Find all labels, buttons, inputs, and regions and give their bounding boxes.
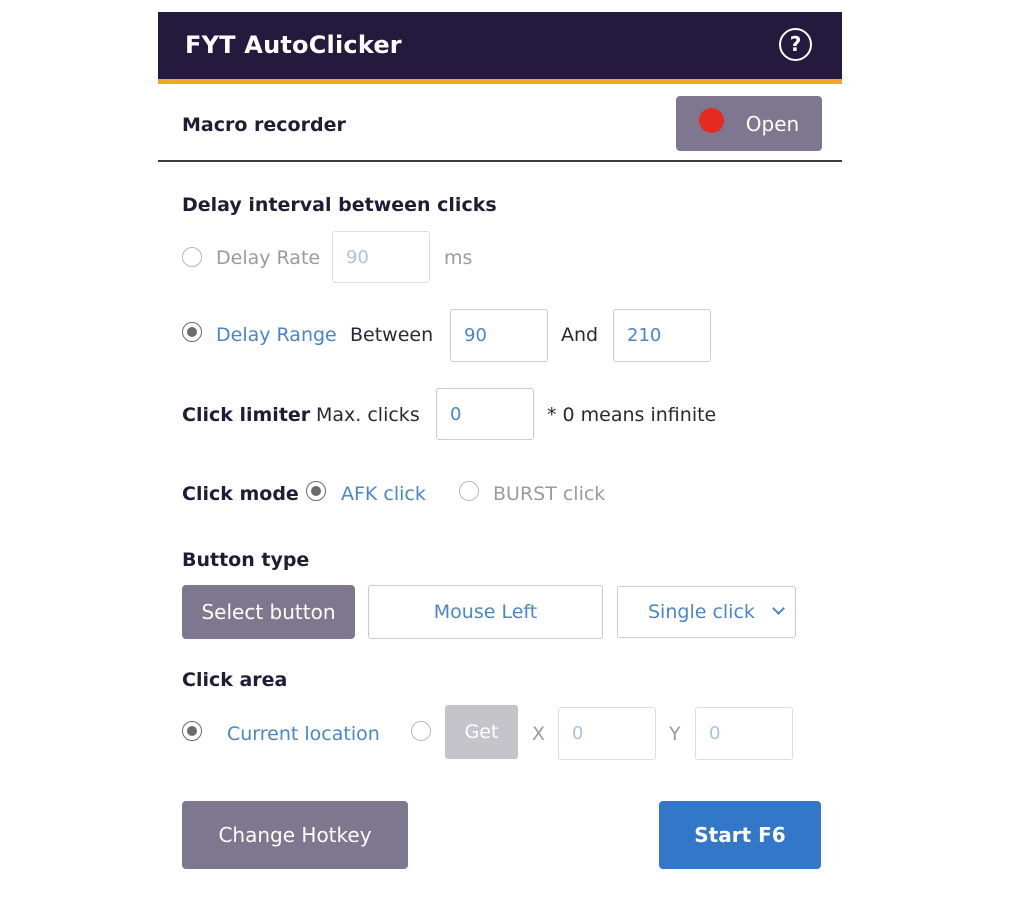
question-icon: ? [789,32,802,56]
x-label: X [532,723,546,745]
change-hotkey-button[interactable]: Change Hotkey [182,801,408,869]
macro-open-label: Open [745,111,800,136]
delay-rate-input[interactable]: 90 [332,231,430,283]
button-type-heading: Button type [182,549,310,571]
y-coordinate-value: 0 [709,723,721,744]
click-limiter-label: Click limiter [182,404,311,426]
start-label: Start F6 [694,823,786,847]
record-icon [698,108,724,133]
delay-range-label: Delay Range [216,324,337,346]
select-button-label: Select button [201,600,336,624]
click-type-select[interactable]: Single click [617,586,796,638]
afk-click-radio[interactable] [306,481,326,501]
header-accent-bar [158,79,842,84]
delay-rate-unit: ms [444,247,473,269]
max-clicks-value: 0 [450,403,462,425]
get-location-button[interactable]: Get [445,705,518,759]
current-location-radio[interactable] [182,721,202,741]
click-area-heading: Click area [182,669,288,691]
x-coordinate-value: 0 [572,723,584,744]
macro-open-button[interactable]: Open [676,96,822,151]
click-mode-label: Click mode [182,483,299,505]
burst-click-radio[interactable] [459,481,479,501]
delay-rate-value: 90 [346,246,369,268]
and-label: And [561,324,599,346]
chevron-down-icon [772,602,785,615]
select-button[interactable]: Select button [182,585,355,639]
app-title: FYT AutoClicker [185,31,402,59]
x-coordinate-input[interactable]: 0 [558,707,656,760]
afk-click-label: AFK click [341,483,426,505]
delay-rate-label: Delay Rate [216,247,321,269]
divider [158,160,842,162]
current-location-label: Current location [227,723,380,745]
max-clicks-label: Max. clicks [316,404,420,426]
macro-recorder-label: Macro recorder [182,114,346,136]
between-label: Between [350,324,434,346]
delay-range-max-input[interactable]: 210 [613,309,711,362]
delay-rate-radio[interactable] [182,247,202,267]
custom-location-radio[interactable] [411,721,431,741]
max-clicks-input[interactable]: 0 [436,388,534,440]
start-button[interactable]: Start F6 [659,801,821,869]
delay-range-min-value: 90 [464,325,487,346]
get-location-label: Get [464,721,499,743]
delay-range-max-value: 210 [627,325,662,346]
delay-heading: Delay interval between clicks [182,194,497,216]
help-button[interactable]: ? [779,28,812,61]
delay-range-radio[interactable] [182,322,202,342]
burst-click-label: BURST click [493,483,606,505]
y-coordinate-input[interactable]: 0 [695,707,793,760]
change-hotkey-label: Change Hotkey [218,823,372,847]
y-label: Y [669,723,681,745]
mouse-button-value: Mouse Left [433,601,538,623]
infinite-note: * 0 means infinite [547,404,717,426]
mouse-button-field[interactable]: Mouse Left [368,585,603,639]
click-type-value: Single click [648,601,755,623]
delay-range-min-input[interactable]: 90 [450,309,548,362]
